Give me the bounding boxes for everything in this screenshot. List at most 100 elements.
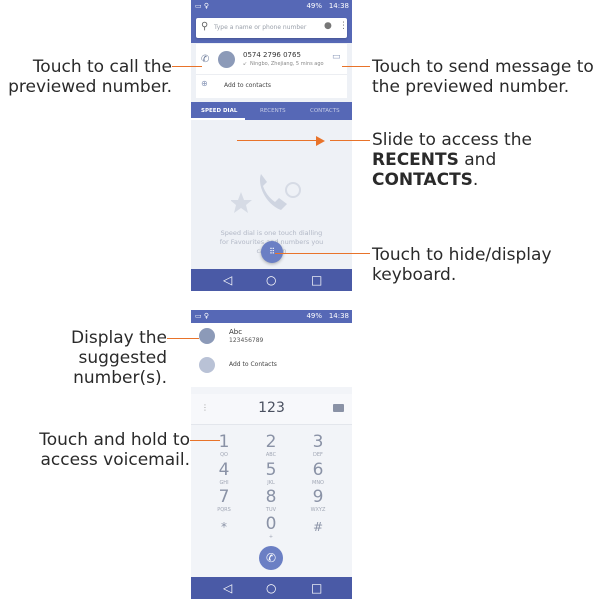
add-contact-icon[interactable]: ⊕: [201, 79, 208, 88]
callout-line: CONTACTS.: [372, 170, 602, 190]
home-icon[interactable]: ○: [266, 580, 276, 596]
callout-line: Touch and hold to: [39, 430, 190, 450]
key-digit: *: [221, 520, 227, 534]
callout-voicemail: Touch and hold to access voicemail.: [0, 430, 190, 470]
navigation-bar: ◁ ○ □: [191, 577, 352, 599]
callout-line: Touch to hide/display: [372, 245, 552, 265]
key-digit: 1: [218, 432, 230, 452]
leader-line-slide: [330, 140, 370, 141]
key-9[interactable]: 9 WXYZ: [298, 487, 338, 514]
key-5[interactable]: 5 JKL: [251, 460, 291, 487]
callout-slide-tabs: Slide to access the RECENTS and CONTACTS…: [372, 130, 602, 190]
slide-arrow-shaft: [237, 140, 317, 141]
key-letters: WXYZ: [310, 507, 326, 513]
callout-suggested-numbers: Display the suggested number(s).: [0, 328, 167, 388]
key-digit: 3: [312, 432, 324, 452]
key-0[interactable]: 0 +: [251, 514, 291, 541]
key-digit: 4: [218, 460, 230, 480]
key-digit: 8: [265, 487, 277, 507]
suggestion-number[interactable]: 123456789: [229, 337, 263, 344]
suggestion-name[interactable]: Abc: [229, 328, 242, 336]
key-letters: PQRS: [217, 507, 231, 513]
back-icon[interactable]: ◁: [223, 580, 232, 596]
key-digit: 9: [312, 487, 324, 507]
search-input[interactable]: Type a name or phone number: [214, 24, 306, 31]
tab-contacts[interactable]: CONTACTS: [310, 108, 340, 114]
key-digit: 5: [265, 460, 277, 480]
backspace-icon[interactable]: [333, 404, 344, 412]
key-6[interactable]: 6 MNO: [298, 461, 338, 487]
add-to-contacts-link[interactable]: Add to contacts: [224, 82, 271, 89]
callout-text: and: [458, 150, 497, 170]
recents-emphasis: RECENTS: [372, 150, 459, 170]
key-3[interactable]: 3 DEF: [298, 432, 338, 459]
key-letters: TUV: [265, 507, 277, 513]
phone-screen-dialpad: ▭ ♀ 49% 14:38 Abc 123456789 Add to Conta…: [191, 310, 352, 599]
status-bar: ▭ ♀ 49% 14:38: [191, 0, 352, 13]
leader-line-keyboard: [275, 253, 370, 254]
key-8[interactable]: 8 TUV: [251, 487, 291, 514]
callout-line: RECENTS and: [372, 150, 602, 170]
key-digit: 7: [218, 487, 230, 507]
dialpad-toggle-button[interactable]: ⠿: [261, 241, 283, 263]
add-contact-avatar: [199, 357, 215, 373]
battery-level: 49%: [306, 312, 322, 320]
call-preview-icon[interactable]: ✆: [201, 54, 209, 65]
key-2[interactable]: 2 ABC: [251, 432, 291, 459]
callout-line: keyboard.: [372, 265, 457, 285]
leader-line-call: [172, 66, 202, 67]
key-4[interactable]: 4 GHI: [204, 460, 244, 487]
status-bar: ▭ ♀ 49% 14:38: [191, 310, 352, 323]
message-icon[interactable]: ▭: [332, 52, 341, 62]
leader-line-voicemail: [190, 440, 220, 441]
dialed-number[interactable]: 123: [191, 400, 352, 416]
key-letters: QO: [220, 452, 228, 458]
recents-icon[interactable]: □: [311, 580, 322, 596]
notification-icons: ▭ ♀: [195, 2, 209, 10]
call-button[interactable]: ✆: [259, 546, 283, 570]
tab-speed-dial[interactable]: SPEED DIAL: [201, 108, 237, 114]
key-digit: 2: [265, 432, 277, 452]
key-1[interactable]: 1 QO: [204, 432, 244, 459]
key-star[interactable]: *: [204, 518, 244, 537]
key-7[interactable]: 7 PQRS: [204, 487, 244, 514]
status-time: 14:38: [328, 2, 349, 10]
status-time: 14:38: [328, 312, 349, 320]
contact-avatar: [218, 51, 235, 68]
key-letters: +: [268, 534, 274, 540]
suggestion-avatar: [199, 328, 215, 344]
search-icon: ⚲: [201, 21, 209, 32]
preview-number[interactable]: 0574 2796 0765: [243, 51, 301, 59]
dial-field: ⋮ 123: [191, 394, 352, 425]
leader-line-message: [342, 66, 370, 67]
star-icon: [231, 192, 252, 213]
suggestion-list: Abc 123456789 Add to Contacts: [191, 323, 352, 387]
callout-text: .: [472, 170, 479, 190]
key-letters: JKL: [267, 480, 275, 486]
key-hash[interactable]: #: [298, 518, 338, 537]
add-to-contacts-link[interactable]: Add to Contacts: [229, 361, 277, 368]
tab-recents[interactable]: RECENTS: [260, 108, 286, 114]
divider: [196, 74, 347, 75]
back-icon[interactable]: ◁: [223, 272, 232, 288]
more-menu-icon[interactable]: ⋮: [339, 21, 348, 31]
microphone-icon[interactable]: ●: [324, 21, 332, 31]
dialpad-icon: ⠿: [269, 247, 275, 256]
callout-line: previewed number.: [8, 77, 172, 97]
callout-line: the previewed number.: [372, 77, 570, 97]
key-digit: 0: [265, 514, 277, 534]
clock-icon: [285, 182, 301, 198]
tab-bar: SPEED DIAL RECENTS CONTACTS: [191, 102, 352, 120]
callout-line: Touch to call the: [32, 57, 172, 77]
empty-text-line: Speed dial is one touch dialling: [220, 229, 323, 237]
callout-line: suggested: [78, 348, 167, 368]
key-letters: DEF: [313, 452, 323, 458]
callout-line: Touch to send message to: [372, 57, 594, 77]
home-icon[interactable]: ○: [266, 272, 276, 288]
recents-icon[interactable]: □: [311, 272, 322, 288]
phone-screen-dialer-preview: ▭ ♀ 49% 14:38 ⚲ Type a name or phone num…: [191, 0, 352, 291]
search-bar[interactable]: ⚲ Type a name or phone number ● ⋮: [196, 18, 348, 38]
callout-keyboard: Touch to hide/display keyboard.: [372, 245, 602, 285]
phone-handset-icon: [259, 174, 287, 210]
call-type-icon: ↙: [243, 61, 248, 67]
